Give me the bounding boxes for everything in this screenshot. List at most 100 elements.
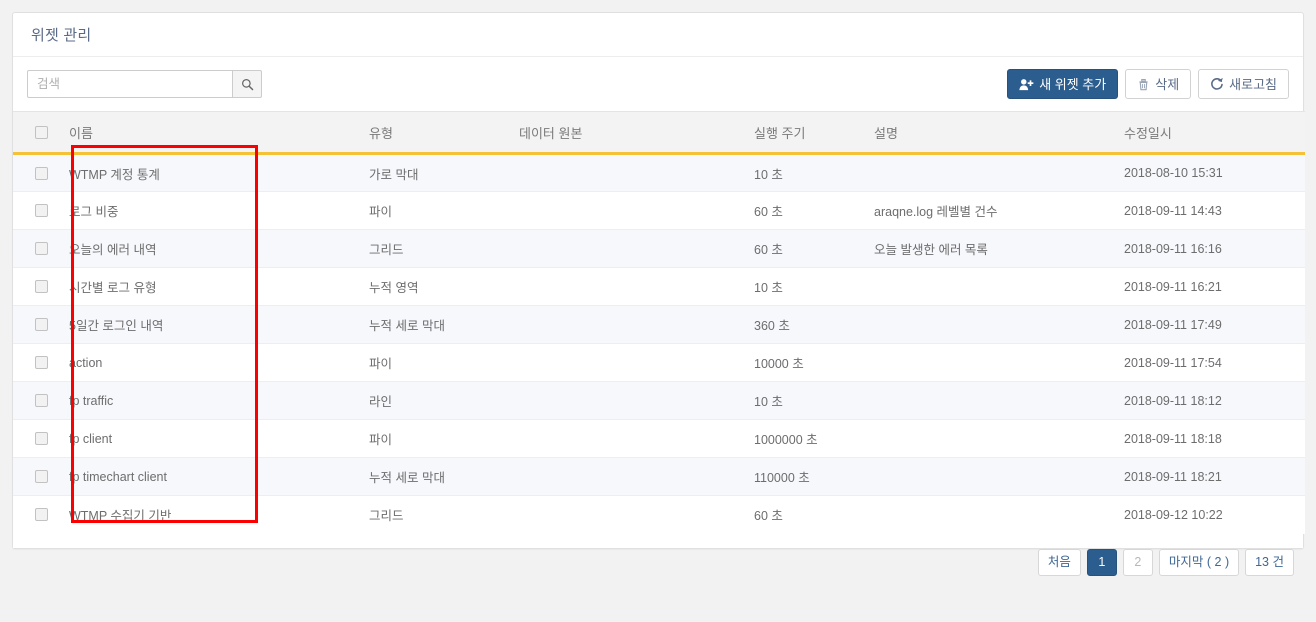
cell-cycle: 360 초	[744, 305, 864, 344]
trash-icon	[1137, 78, 1150, 91]
cell-type: 누적 세로 막대	[359, 305, 509, 344]
cell-desc	[864, 267, 1114, 306]
header-select-all-cell	[13, 111, 59, 155]
cell-cycle: 110000 초	[744, 457, 864, 496]
cell-modified: 2018-09-11 14:43	[1114, 191, 1305, 230]
table-row[interactable]: fp traffic 라인 10 초 2018-09-11 18:12	[13, 381, 1305, 420]
widget-table: 이름 유형 데이터 원본 실행 주기 설명 수정일시 WTMP 계정 통계 가로 …	[13, 111, 1305, 534]
pagination-page-1[interactable]: 1	[1086, 549, 1117, 576]
row-checkbox[interactable]	[35, 242, 48, 255]
row-checkbox[interactable]	[35, 166, 48, 180]
cell-type: 라인	[359, 381, 509, 420]
cell-cycle: 60 초	[744, 495, 864, 534]
header-modified[interactable]: 수정일시	[1114, 111, 1305, 155]
cell-desc	[864, 381, 1114, 420]
cell-type: 파이	[359, 343, 509, 382]
cell-source	[509, 305, 744, 344]
pagination-last[interactable]: 마지막 ( 2 )	[1158, 549, 1240, 576]
table-row[interactable]: WTMP 수집기 기반 그리드 60 초 2018-09-12 10:22	[13, 495, 1305, 534]
cell-desc	[864, 343, 1114, 382]
table-row[interactable]: 오늘의 에러 내역 그리드 60 초 오늘 발생한 에러 목록 2018-09-11 1…	[13, 229, 1305, 268]
cell-name: 5일간 로그인 내역	[59, 305, 359, 344]
row-select-cell	[13, 229, 59, 268]
search-button[interactable]	[232, 70, 262, 98]
table-bottom-spacer	[13, 533, 1303, 548]
row-checkbox[interactable]	[35, 508, 48, 522]
search-group	[27, 70, 262, 98]
row-checkbox[interactable]	[35, 280, 48, 293]
cell-desc	[864, 419, 1114, 458]
header-source[interactable]: 데이터 원본	[509, 111, 744, 155]
pagination-page-2[interactable]: 2	[1122, 549, 1153, 576]
table-body: WTMP 계정 통계 가로 막대 10 초 2018-08-10 15:31 로그 비중…	[13, 153, 1305, 534]
cell-type: 그리드	[359, 229, 509, 268]
cell-source	[509, 381, 744, 420]
table-row[interactable]: fp client 파이 1000000 초 2018-09-11 18:18	[13, 419, 1305, 458]
cell-cycle: 10 초	[744, 153, 864, 192]
cell-cycle: 10 초	[744, 381, 864, 420]
cell-cycle: 60 초	[744, 229, 864, 268]
cell-name: 시간별 로그 유형	[59, 267, 359, 306]
row-checkbox[interactable]	[35, 432, 48, 445]
refresh-button[interactable]: 새로고침	[1198, 69, 1289, 99]
widget-management-panel: 위젯 관리 검색 새 위젯 추가 삭제 새로고침 이름 유형 데이터 원본 실행…	[12, 12, 1305, 549]
page-root: 위젯 관리 검색 새 위젯 추가 삭제 새로고침 이름 유형 데이터 원본 실행…	[0, 0, 1316, 622]
user-plus-icon	[1019, 78, 1034, 91]
cell-modified: 2018-09-11 16:21	[1114, 267, 1305, 306]
toolbar: 새 위젯 추가 삭제	[13, 57, 1303, 111]
cell-modified: 2018-09-11 18:18	[1114, 419, 1305, 458]
cell-modified: 2018-09-11 18:21	[1114, 457, 1305, 496]
row-select-cell	[13, 305, 59, 344]
row-checkbox[interactable]	[35, 394, 48, 407]
panel-header: 위젯 관리	[13, 13, 1303, 57]
cell-name: 오늘의 에러 내역	[59, 229, 359, 268]
row-checkbox[interactable]	[35, 318, 48, 331]
cell-type: 그리드	[359, 495, 509, 534]
cell-modified: 2018-09-11 18:12	[1114, 381, 1305, 420]
table-row[interactable]: WTMP 계정 통계 가로 막대 10 초 2018-08-10 15:31	[13, 153, 1305, 192]
cell-source	[509, 153, 744, 192]
pagination-total-count: 13 건	[1245, 549, 1294, 576]
row-select-cell	[13, 267, 59, 306]
row-checkbox[interactable]	[35, 356, 48, 369]
cell-desc: 오늘 발생한 에러 목록	[864, 229, 1114, 268]
select-all-checkbox[interactable]	[35, 125, 48, 139]
table-row[interactable]: 5일간 로그인 내역 누적 세로 막대 360 초 2018-09-11 17:49	[13, 305, 1305, 344]
pagination-first[interactable]: 처음	[1037, 549, 1081, 576]
cell-cycle: 10 초	[744, 267, 864, 306]
cell-cycle: 1000000 초	[744, 419, 864, 458]
table-row[interactable]: fp timechart client 누적 세로 막대 110000 초 2018-…	[13, 457, 1305, 496]
cell-source	[509, 495, 744, 534]
header-desc[interactable]: 설명	[864, 111, 1114, 155]
search-icon	[241, 78, 254, 91]
row-select-cell	[13, 153, 59, 192]
cell-cycle: 10000 초	[744, 343, 864, 382]
pagination: 처음 1 2 마지막 ( 2 ) 13 건	[1037, 549, 1294, 576]
header-name[interactable]: 이름	[59, 111, 359, 155]
cell-type: 파이	[359, 191, 509, 230]
row-checkbox[interactable]	[35, 470, 48, 483]
cell-modified: 2018-09-12 10:22	[1114, 495, 1305, 534]
delete-button[interactable]: 삭제	[1125, 69, 1192, 99]
cell-desc	[864, 305, 1114, 344]
cell-desc	[864, 495, 1114, 534]
cell-modified: 2018-09-11 17:54	[1114, 343, 1305, 382]
cell-source	[509, 419, 744, 458]
page-title: 위젯 관리	[31, 27, 92, 44]
cell-source	[509, 191, 744, 230]
cell-name: WTMP 계정 통계	[59, 153, 359, 192]
row-checkbox[interactable]	[35, 204, 48, 217]
header-type[interactable]: 유형	[359, 111, 509, 155]
table-row[interactable]: action 파이 10000 초 2018-09-11 17:54	[13, 343, 1305, 382]
header-cycle[interactable]: 실행 주기	[744, 111, 864, 155]
table-row[interactable]: 로그 비중 파이 60 초 araqne.log 레벨별 건수 2018-09-11 1…	[13, 191, 1305, 230]
add-widget-button[interactable]: 새 위젯 추가	[1007, 69, 1119, 99]
cell-modified: 2018-08-10 15:31	[1114, 153, 1305, 192]
search-input[interactable]	[27, 70, 232, 98]
table-header: 이름 유형 데이터 원본 실행 주기 설명 수정일시	[13, 111, 1305, 155]
cell-name: fp timechart client	[59, 457, 359, 496]
cell-source	[509, 267, 744, 306]
cell-modified: 2018-09-11 17:49	[1114, 305, 1305, 344]
cell-name: action	[59, 343, 359, 382]
table-row[interactable]: 시간별 로그 유형 누적 영역 10 초 2018-09-11 16:21	[13, 267, 1305, 306]
